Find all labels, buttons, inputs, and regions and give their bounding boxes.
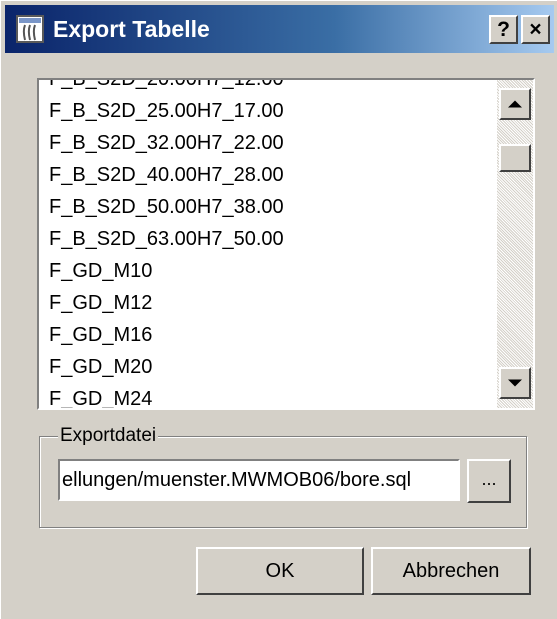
scroll-up-button[interactable] — [499, 88, 531, 120]
export-file-group: Exportdatei ellungen/muenster.MWMOB06/bo… — [39, 424, 527, 528]
list-item[interactable]: F_B_S2D_40.00H7_28.00 — [49, 159, 284, 191]
group-label: Exportdatei — [58, 424, 159, 448]
list-item[interactable]: F_GD_M20 — [49, 351, 284, 383]
close-button[interactable]: × — [521, 15, 550, 44]
browse-button[interactable]: ... — [467, 459, 511, 503]
list-item[interactable]: F_GD_M12 — [49, 287, 284, 319]
window-title: Export Tabelle — [53, 16, 210, 42]
cancel-button[interactable]: Abbrechen — [371, 547, 531, 595]
list-item[interactable]: F_B_S2D_63.00H7_50.00 — [49, 223, 284, 255]
ok-button[interactable]: OK — [196, 547, 364, 595]
list-item[interactable]: F_B_S2D_25.00H7_17.00 — [49, 95, 284, 127]
list-item[interactable]: F_B_S2D_32.00H7_22.00 — [49, 127, 284, 159]
list-item[interactable]: F_B_S2D_50.00H7_38.00 — [49, 191, 284, 223]
arrow-up-icon — [508, 100, 522, 108]
export-dialog: Export Tabelle ? × F_B_S2D_20.00H7_12.00… — [0, 0, 557, 619]
arrow-down-icon — [508, 379, 522, 387]
scroll-down-button[interactable] — [499, 367, 531, 399]
vertical-scrollbar[interactable] — [497, 80, 533, 408]
scroll-thumb[interactable] — [499, 144, 531, 172]
help-button[interactable]: ? — [489, 15, 518, 44]
list-item[interactable]: F_B_S2D_20.00H7_12.00 — [49, 80, 284, 95]
list-item[interactable]: F_GD_M24 — [49, 383, 284, 408]
table-app-icon — [16, 15, 44, 43]
title-bar[interactable]: Export Tabelle ? × — [5, 5, 554, 53]
list-item[interactable]: F_GD_M10 — [49, 255, 284, 287]
list-item[interactable]: F_GD_M16 — [49, 319, 284, 351]
export-path-input[interactable]: ellungen/muenster.MWMOB06/bore.sql — [58, 459, 460, 501]
table-list: F_B_S2D_20.00H7_12.00F_B_S2D_25.00H7_17.… — [49, 80, 284, 408]
export-path-value: ellungen/muenster.MWMOB06/bore.sql — [62, 469, 412, 491]
listbox-content: F_B_S2D_20.00H7_12.00F_B_S2D_25.00H7_17.… — [39, 80, 497, 408]
table-listbox[interactable]: F_B_S2D_20.00H7_12.00F_B_S2D_25.00H7_17.… — [37, 78, 535, 410]
